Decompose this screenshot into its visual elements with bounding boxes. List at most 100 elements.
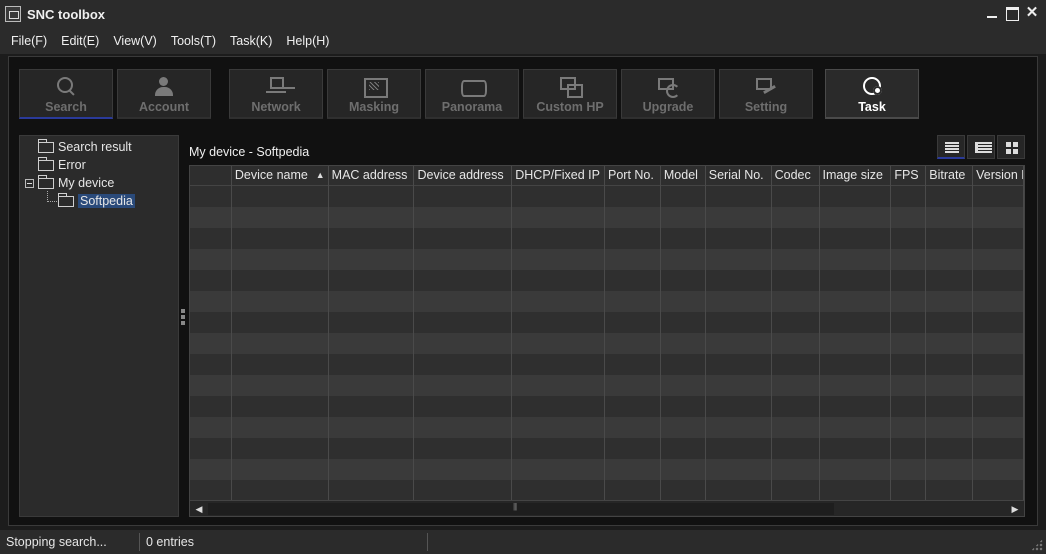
column-header-device-address[interactable]: Device address [414,166,513,186]
table-cell [512,207,606,228]
network-button[interactable]: Network [229,69,323,119]
minimize-icon[interactable] [984,5,1000,21]
table-cell [232,417,329,438]
table-cell [973,312,1024,333]
custom-hp-button[interactable]: Custom HP [523,69,617,119]
task-button-label: Task [858,100,886,114]
table-cell [661,291,706,312]
thumbnail-view-icon[interactable] [997,135,1025,159]
panorama-button[interactable]: Panorama [425,69,519,119]
maximize-icon[interactable] [1004,5,1020,21]
table-cell [973,333,1024,354]
table-cell [706,228,772,249]
scroll-left-icon[interactable]: ◀ [193,503,205,515]
menu-edit[interactable]: Edit(E) [54,34,106,48]
table-cell [891,459,927,480]
scroll-right-icon[interactable]: ▶ [1009,503,1021,515]
column-header-port[interactable]: Port No. [605,166,661,186]
table-cell [414,333,513,354]
tree-item-my-device[interactable]: My device [38,174,114,191]
table-cell [820,438,892,459]
menu-help[interactable]: Help(H) [279,34,336,48]
table-cell [414,186,513,207]
sort-ascending-icon: ▲ [315,170,325,180]
table-cell [414,354,513,375]
menu-view[interactable]: View(V) [106,34,164,48]
column-header-label: Device name [234,168,308,182]
table-cell [232,186,329,207]
table-cell [605,228,661,249]
tree-item-error[interactable]: Error [38,156,86,173]
column-header-model[interactable]: Model [661,166,706,186]
column-header-select[interactable] [190,166,232,186]
table-cell [661,354,706,375]
table-cell [414,459,513,480]
column-header-image-size[interactable]: Image size [820,166,892,186]
table-cell [973,291,1024,312]
table-cell [661,270,706,291]
table-cell [512,375,606,396]
tree-item-softpedia[interactable]: Softpedia [58,192,135,209]
table-cell [329,375,415,396]
detail-view-icon[interactable] [967,135,995,159]
table-cell [772,270,820,291]
masking-button[interactable]: Masking [327,69,421,119]
table-cell [820,228,892,249]
table-cell [926,249,974,270]
window-controls: ✕ [984,5,1040,21]
table-cell [820,459,892,480]
horizontal-scrollbar[interactable]: ◀ ▶ [190,500,1024,516]
table-cell [820,291,892,312]
table-row [190,291,1024,312]
search-button[interactable]: Search [19,69,113,119]
column-header-device-name[interactable]: Device name ▲ [232,166,329,186]
column-header-serial[interactable]: Serial No. [706,166,772,186]
column-header-bitrate[interactable]: Bitrate [926,166,974,186]
setting-button[interactable]: Setting [719,69,813,119]
table-cell [190,480,232,501]
resize-grip-icon[interactable] [1031,539,1043,551]
account-button[interactable]: Account [117,69,211,119]
table-cell [926,480,974,501]
list-view-icon[interactable] [937,135,965,159]
collapse-icon[interactable] [25,179,34,188]
menu-file[interactable]: File(F) [4,34,54,48]
table-cell [605,186,661,207]
table-cell [190,207,232,228]
scrollbar-thumb[interactable] [208,502,834,515]
tree-item-search-result[interactable]: Search result [38,138,132,155]
task-button[interactable]: Task [825,69,919,119]
table-cell [605,207,661,228]
table-cell [820,333,892,354]
table-cell [772,186,820,207]
table-cell [891,249,927,270]
table-row [190,270,1024,291]
close-icon[interactable]: ✕ [1024,5,1040,21]
table-cell [973,186,1024,207]
table-cell [605,417,661,438]
table-cell [512,228,606,249]
table-cell [414,291,513,312]
table-cell [973,249,1024,270]
table-cell [605,459,661,480]
upgrade-button[interactable]: Upgrade [621,69,715,119]
pane-splitter[interactable] [180,307,186,333]
column-header-dhcp[interactable]: DHCP/Fixed IP [512,166,605,186]
column-header-codec[interactable]: Codec [772,166,820,186]
column-header-version[interactable]: Version N [973,166,1024,186]
table-cell [891,228,927,249]
table-cell [329,480,415,501]
menu-tools[interactable]: Tools(T) [164,34,223,48]
table-cell [926,291,974,312]
column-header-mac-address[interactable]: MAC address [329,166,415,186]
menu-task[interactable]: Task(K) [223,34,279,48]
table-row [190,228,1024,249]
panorama-icon [461,77,487,97]
table-cell [772,207,820,228]
column-header-fps[interactable]: FPS [891,166,927,186]
table-row [190,333,1024,354]
table-cell [661,249,706,270]
table-cell [414,438,513,459]
table-header: Device name ▲ MAC address Device address… [190,166,1024,186]
table-cell [706,291,772,312]
